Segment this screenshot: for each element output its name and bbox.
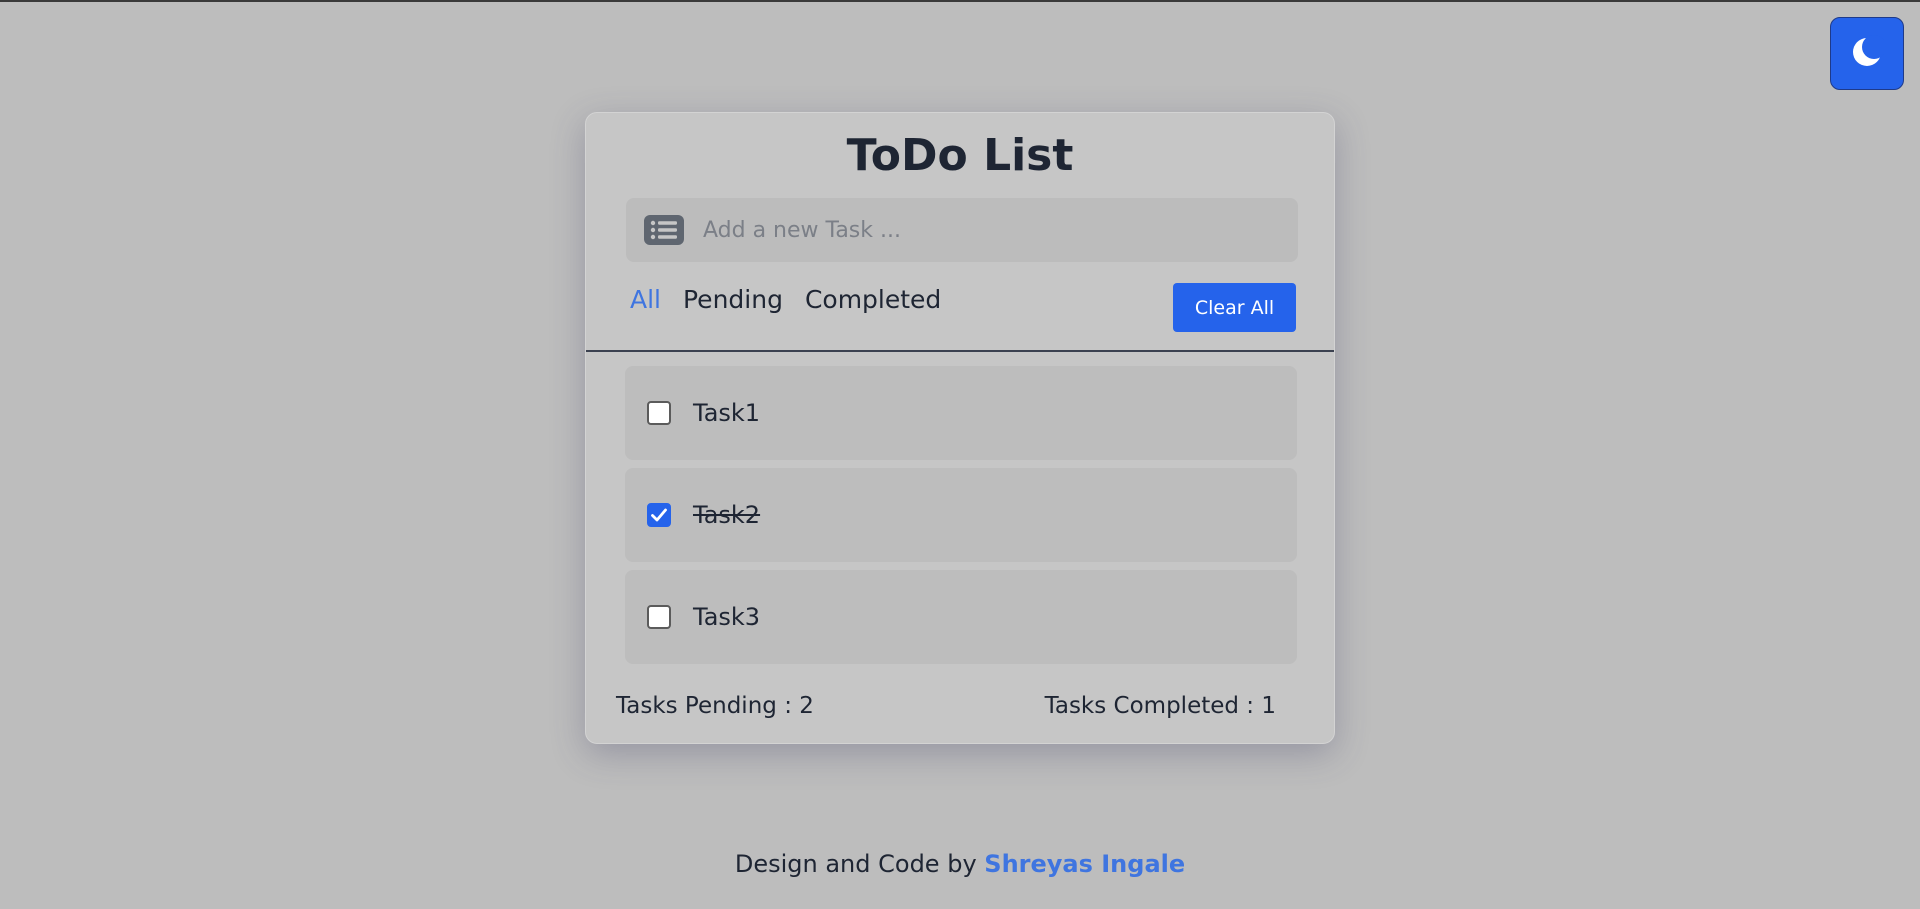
theme-toggle-button[interactable] (1830, 17, 1904, 90)
top-border (0, 0, 1920, 2)
task-item: Task3 (625, 570, 1297, 664)
task-list: Task1 Task2 Task3 (625, 366, 1297, 672)
list-icon (644, 215, 684, 245)
todo-card: ToDo List All Pending Completed Clear Al… (585, 112, 1335, 744)
tasks-pending-count: Tasks Pending : 2 (616, 693, 814, 719)
moon-icon (1850, 34, 1886, 73)
filter-all[interactable]: All (630, 283, 661, 317)
credit-footer: Design and Code by Shreyas Ingale (0, 850, 1920, 878)
task-checkbox[interactable] (647, 401, 671, 425)
filter-pending[interactable]: Pending (683, 283, 783, 317)
task-stats: Tasks Pending : 2 Tasks Completed : 1 (616, 693, 1276, 719)
checkmark-icon (651, 508, 667, 522)
filter-completed[interactable]: Completed (805, 283, 941, 317)
page-title: ToDo List (846, 130, 1074, 181)
divider (586, 350, 1334, 352)
task-input-container (626, 198, 1298, 262)
clear-all-button[interactable]: Clear All (1173, 283, 1296, 332)
task-label: Task2 (693, 501, 761, 529)
task-label: Task1 (693, 399, 761, 427)
task-checkbox[interactable] (647, 503, 671, 527)
task-checkbox[interactable] (647, 605, 671, 629)
tasks-completed-count: Tasks Completed : 1 (1044, 693, 1276, 719)
task-input[interactable] (701, 216, 1265, 244)
task-item: Task2 (625, 468, 1297, 562)
task-label: Task3 (693, 603, 761, 631)
filter-tabs: All Pending Completed (630, 283, 941, 317)
author-link[interactable]: Shreyas Ingale (984, 850, 1185, 878)
credit-prefix: Design and Code by (734, 850, 977, 878)
task-item: Task1 (625, 366, 1297, 460)
